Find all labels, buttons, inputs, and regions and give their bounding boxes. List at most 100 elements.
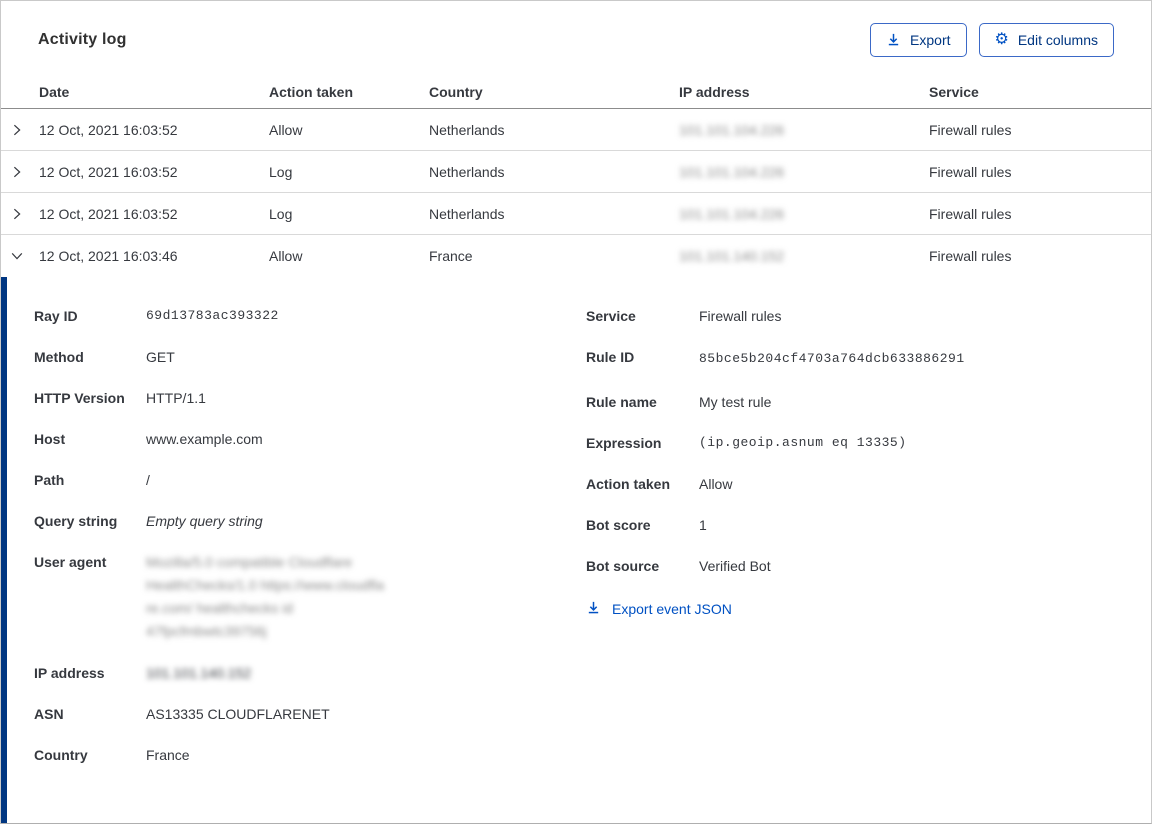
field-label: ASN: [34, 706, 64, 722]
field-method: Method GET: [34, 346, 586, 368]
chevron-right-icon[interactable]: [1, 207, 39, 221]
field-value: Allow: [699, 476, 733, 492]
detail-left-column: Ray ID 69d13783ac393322 Method GET HTTP …: [34, 305, 586, 785]
field-value-redacted: Mozilla/5.0 compatible Cloudflare Health…: [146, 554, 385, 639]
field-http-version: HTTP Version HTTP/1.1: [34, 387, 586, 409]
cell-ip-redacted: 101.101.104.226: [679, 163, 785, 180]
field-label: HTTP Version: [34, 390, 125, 406]
field-label: Action taken: [586, 476, 671, 492]
edit-columns-button[interactable]: ⚙ Edit columns: [978, 23, 1114, 57]
field-rule-id: Rule ID 85bce5b204cf4703a764dcb633886291: [586, 346, 1151, 372]
table-row[interactable]: 12 Oct, 2021 16:03:52 Log Netherlands 10…: [1, 151, 1151, 193]
cell-action-taken: Allow: [269, 248, 303, 264]
download-icon: [586, 600, 601, 618]
field-value: Verified Bot: [699, 558, 771, 574]
cell-country: Netherlands: [429, 205, 505, 222]
field-label: Query string: [34, 513, 118, 529]
event-detail-panel: Ray ID 69d13783ac393322 Method GET HTTP …: [1, 277, 1151, 823]
cell-service: Firewall rules: [929, 205, 1012, 222]
field-value: HTTP/1.1: [146, 390, 206, 406]
field-path: Path /: [34, 469, 586, 491]
field-ip-address: IP address 101.101.140.152: [34, 662, 586, 684]
table-header-row: Date Action taken Country IP address Ser…: [1, 75, 1151, 109]
field-asn: ASN AS13335 CLOUDFLARENET: [34, 703, 586, 725]
column-header-country: Country: [429, 83, 483, 100]
field-label: Rule name: [586, 394, 657, 410]
field-value: Firewall rules: [699, 308, 782, 324]
field-label: Country: [34, 747, 88, 763]
field-value: (ip.geoip.asnum eq 13335): [699, 435, 907, 450]
column-header-ip-address: IP address: [679, 83, 750, 100]
export-event-json-link[interactable]: Export event JSON: [586, 600, 732, 618]
chevron-down-icon[interactable]: [1, 249, 39, 263]
detail-right-column: Service Firewall rules Rule ID 85bce5b20…: [586, 305, 1151, 785]
cell-country: France: [429, 248, 473, 264]
page-header: Activity log Export ⚙ Edit columns: [1, 1, 1151, 75]
field-bot-score: Bot score 1: [586, 514, 1151, 536]
field-country: Country France: [34, 744, 586, 766]
table-row-expanded[interactable]: 12 Oct, 2021 16:03:46 Allow France 101.1…: [1, 235, 1151, 277]
cell-action-taken: Allow: [269, 121, 303, 138]
field-label: Path: [34, 472, 65, 488]
cell-date: 12 Oct, 2021 16:03:52: [39, 163, 178, 180]
chevron-right-icon[interactable]: [1, 165, 39, 179]
field-service: Service Firewall rules: [586, 305, 1151, 327]
export-event-json-label: Export event JSON: [612, 601, 732, 617]
cell-ip-redacted: 101.101.104.226: [679, 121, 785, 138]
cell-date: 12 Oct, 2021 16:03:46: [39, 248, 178, 264]
field-expression: Expression (ip.geoip.asnum eq 13335): [586, 432, 1151, 454]
field-label: Bot score: [586, 517, 651, 533]
field-value: www.example.com: [146, 431, 263, 447]
cell-service: Firewall rules: [929, 121, 1012, 138]
column-header-service: Service: [929, 83, 979, 100]
field-bot-source: Bot source Verified Bot: [586, 555, 1151, 577]
field-query-string: Query string Empty query string: [34, 510, 586, 532]
export-button-label: Export: [910, 32, 951, 48]
table-row[interactable]: 12 Oct, 2021 16:03:52 Log Netherlands 10…: [1, 193, 1151, 235]
field-value-redacted: 101.101.140.152: [146, 665, 252, 681]
field-action-taken: Action taken Allow: [586, 473, 1151, 495]
field-label: IP address: [34, 665, 105, 681]
field-label: Ray ID: [34, 308, 78, 324]
field-label: Host: [34, 431, 66, 447]
toolbar: Export ⚙ Edit columns: [870, 23, 1114, 57]
field-rule-name: Rule name My test rule: [586, 391, 1151, 413]
column-header-date: Date: [39, 83, 70, 100]
column-header-action-taken: Action taken: [269, 83, 354, 100]
cell-service: Firewall rules: [929, 248, 1012, 264]
chevron-right-icon[interactable]: [1, 123, 39, 137]
gear-icon: ⚙: [994, 31, 1009, 48]
field-value: My test rule: [699, 394, 772, 410]
cell-action-taken: Log: [269, 163, 293, 180]
cell-ip-redacted: 101.101.140.152: [679, 248, 785, 264]
cell-date: 12 Oct, 2021 16:03:52: [39, 121, 178, 138]
export-button[interactable]: Export: [870, 23, 967, 57]
cell-country: Netherlands: [429, 163, 505, 180]
field-label: User agent: [34, 554, 107, 570]
page-title: Activity log: [38, 31, 127, 48]
field-value: AS13335 CLOUDFLARENET: [146, 706, 330, 722]
field-user-agent: User agent Mozilla/5.0 compatible Cloudf…: [34, 551, 586, 643]
field-value: /: [146, 472, 150, 488]
download-icon: [886, 32, 901, 49]
field-value: 85bce5b204cf4703a764dcb633886291: [699, 351, 965, 366]
field-label: Expression: [586, 435, 662, 451]
field-label: Method: [34, 349, 84, 365]
cell-action-taken: Log: [269, 205, 293, 222]
cell-date: 12 Oct, 2021 16:03:52: [39, 205, 178, 222]
cell-ip-redacted: 101.101.104.226: [679, 205, 785, 222]
field-value: France: [146, 747, 190, 763]
edit-columns-button-label: Edit columns: [1017, 32, 1098, 48]
table-row[interactable]: 12 Oct, 2021 16:03:52 Allow Netherlands …: [1, 109, 1151, 151]
field-value: 69d13783ac393322: [146, 308, 279, 323]
cell-country: Netherlands: [429, 121, 505, 138]
field-value: 1: [699, 517, 707, 533]
cell-service: Firewall rules: [929, 163, 1012, 180]
field-host: Host www.example.com: [34, 428, 586, 450]
field-value: GET: [146, 349, 175, 365]
field-label: Service: [586, 308, 636, 324]
field-label: Bot source: [586, 558, 660, 574]
field-value: Empty query string: [146, 513, 263, 529]
field-label: Rule ID: [586, 349, 635, 365]
field-ray-id: Ray ID 69d13783ac393322: [34, 305, 586, 327]
